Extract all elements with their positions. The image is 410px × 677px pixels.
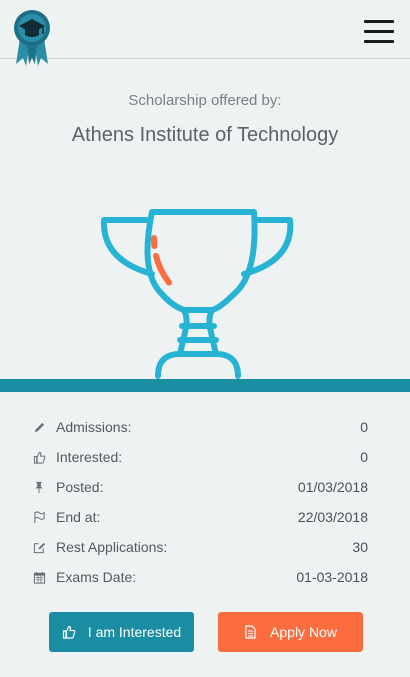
pencil-icon: [32, 420, 46, 434]
detail-row-posted: Posted: 01/03/2018: [32, 472, 368, 502]
detail-label: Posted:: [56, 479, 104, 495]
hamburger-menu-button[interactable]: [364, 20, 394, 44]
detail-value: 01-03-2018: [296, 569, 368, 585]
offered-by-label: Scholarship offered by:: [128, 92, 282, 109]
menu-line: [364, 40, 394, 43]
detail-row-exams-date: Exams Date: 01-03-2018: [32, 562, 368, 592]
detail-label: End at:: [56, 509, 101, 525]
apply-now-button[interactable]: Apply Now: [218, 612, 363, 652]
detail-value: 0: [360, 449, 368, 465]
scholarship-details: Admissions: 0 Interested: 0 Posted: 01/0…: [32, 412, 368, 592]
divider-bar: [0, 379, 410, 392]
thumbs-up-icon: [32, 450, 46, 464]
detail-label: Interested:: [56, 449, 123, 465]
calendar-icon: [32, 570, 46, 584]
pin-icon: [32, 480, 46, 494]
detail-row-rest-applications: Rest Applications: 30: [32, 532, 368, 562]
institute-name: Athens Institute of Technology: [71, 124, 339, 146]
menu-line: [364, 20, 394, 23]
interested-button[interactable]: I am Interested: [49, 612, 194, 652]
thumbs-up-icon: [62, 625, 76, 639]
detail-value: 01/03/2018: [297, 479, 368, 495]
apply-now-button-label: Apply Now: [270, 624, 337, 640]
detail-label: Admissions:: [56, 419, 132, 435]
detail-row-interested: Interested: 0: [32, 442, 368, 472]
detail-label: Rest Applications:: [56, 539, 168, 555]
interested-button-label: I am Interested: [87, 624, 182, 640]
trophy-icon: [100, 209, 294, 379]
edit-icon: [32, 540, 46, 554]
detail-value: 0: [360, 419, 368, 435]
menu-line: [364, 30, 394, 33]
document-icon: [244, 625, 258, 639]
detail-row-end-at: End at: 22/03/2018: [32, 502, 368, 532]
detail-label: Exams Date:: [56, 569, 137, 585]
top-bar: [0, 0, 410, 66]
detail-value: 22/03/2018: [297, 509, 368, 525]
detail-row-admissions: Admissions: 0: [32, 412, 368, 442]
flag-icon: [32, 510, 46, 524]
scholarship-award-logo-icon[interactable]: [10, 8, 54, 68]
detail-value: 30: [352, 539, 368, 555]
